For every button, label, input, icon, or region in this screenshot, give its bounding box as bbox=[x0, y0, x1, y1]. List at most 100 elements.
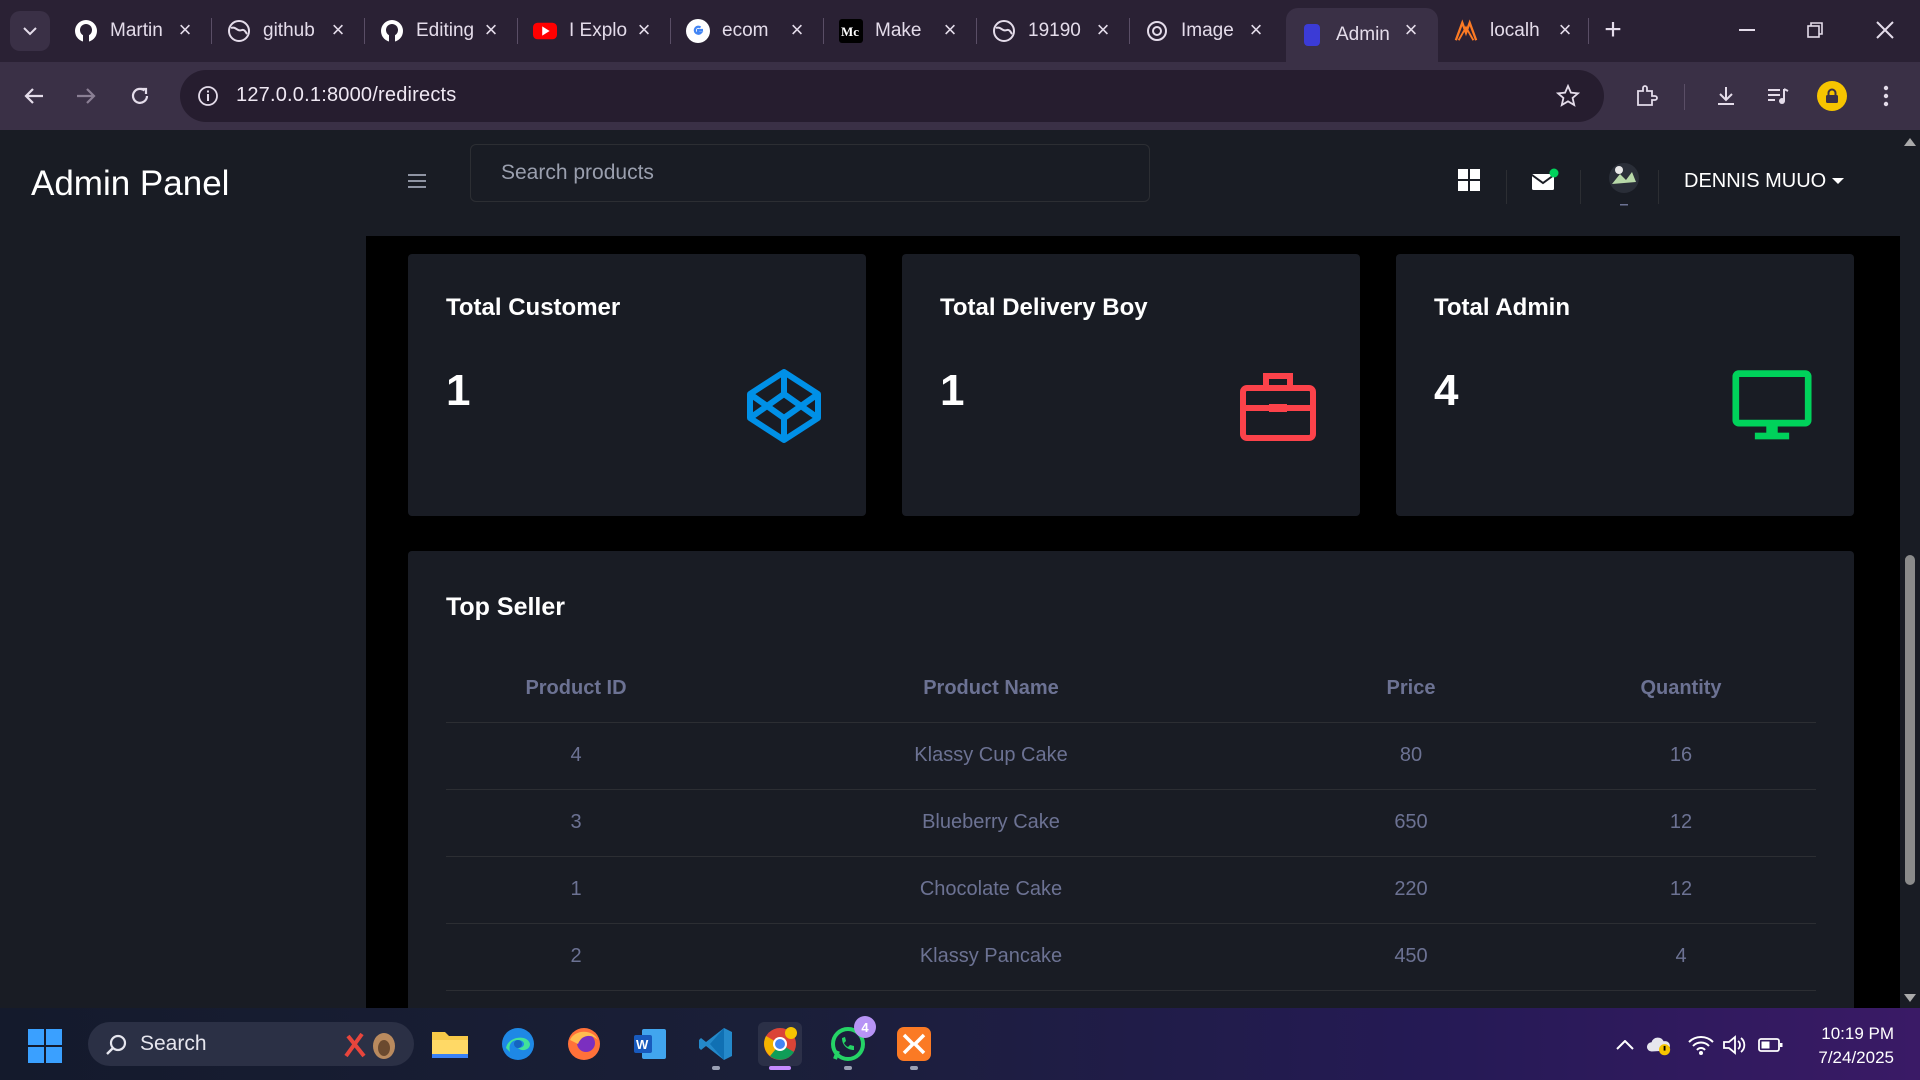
user-name-dropdown[interactable]: DENNIS MUUO bbox=[1684, 170, 1826, 193]
close-icon[interactable]: × bbox=[1092, 19, 1114, 41]
whatsapp-icon[interactable]: 4 bbox=[826, 1016, 876, 1070]
arrow-left-icon bbox=[24, 88, 43, 104]
tab-4[interactable]: ecom × bbox=[672, 8, 824, 54]
close-window-button[interactable] bbox=[1860, 10, 1910, 50]
sidebar: Admin Panel bbox=[0, 130, 366, 1008]
forward-button[interactable] bbox=[66, 76, 106, 116]
tab-7[interactable]: Image × bbox=[1131, 8, 1283, 54]
tab-label: github bbox=[263, 20, 315, 41]
menu-toggle-icon[interactable] bbox=[408, 174, 426, 188]
word-icon[interactable]: W bbox=[628, 1022, 672, 1066]
vscode-icon[interactable] bbox=[694, 1022, 738, 1070]
tab-1[interactable]: github × bbox=[213, 8, 365, 54]
brand-title[interactable]: Admin Panel bbox=[31, 164, 229, 204]
taskbar-search-label: Search bbox=[140, 1032, 207, 1055]
tab-5[interactable]: Mc Make × bbox=[825, 8, 977, 54]
extensions-button[interactable] bbox=[1626, 76, 1666, 116]
globe-icon bbox=[227, 19, 251, 43]
tab-label: I Explo bbox=[569, 20, 628, 41]
tab-label: localh bbox=[1490, 20, 1540, 41]
tab-label: Admin bbox=[1336, 24, 1390, 45]
cell-quantity: 12 bbox=[1546, 789, 1816, 857]
close-icon[interactable]: × bbox=[1554, 19, 1576, 41]
search-highlight-icon bbox=[344, 1032, 395, 1059]
close-icon[interactable]: × bbox=[1245, 19, 1267, 41]
tab-search-button[interactable] bbox=[10, 11, 50, 51]
avatar[interactable] bbox=[1606, 158, 1642, 206]
tab-2[interactable]: Editing × bbox=[366, 8, 518, 54]
firefox-icon[interactable] bbox=[562, 1022, 606, 1066]
scroll-up-arrow-icon[interactable] bbox=[1904, 138, 1916, 146]
tab-0[interactable]: Martin × bbox=[60, 8, 212, 54]
windows-start-icon[interactable] bbox=[28, 1029, 62, 1063]
tab-6[interactable]: 19190 × bbox=[978, 8, 1130, 54]
windows-taskbar: Search W 4 10:19 PM 7/24/2025 bbox=[0, 1008, 1920, 1080]
search-input[interactable] bbox=[470, 144, 1150, 202]
search-icon bbox=[106, 1034, 127, 1055]
file-explorer-icon[interactable] bbox=[428, 1022, 472, 1066]
tab-label: 19190 bbox=[1028, 20, 1081, 41]
cell-price: 220 bbox=[1276, 856, 1546, 924]
svg-text:Mc: Mc bbox=[841, 24, 859, 38]
top-seller-card: Top Seller Product ID Product Name Price… bbox=[408, 551, 1854, 1008]
cell-quantity: 4 bbox=[1546, 923, 1816, 991]
cell-product-id: 2 bbox=[446, 923, 706, 991]
close-icon[interactable]: × bbox=[786, 19, 808, 41]
minimize-button[interactable] bbox=[1722, 10, 1772, 50]
browser-menu-button[interactable] bbox=[1866, 76, 1906, 116]
cell-product-id: 3 bbox=[446, 789, 706, 857]
puzzle-icon bbox=[1637, 85, 1658, 106]
chrome-icon[interactable] bbox=[758, 1022, 802, 1070]
volume-icon[interactable] bbox=[1722, 1032, 1748, 1058]
downloads-button[interactable] bbox=[1706, 76, 1746, 116]
close-icon[interactable]: × bbox=[327, 19, 349, 41]
scroll-down-arrow-icon[interactable] bbox=[1904, 994, 1916, 1002]
caret-down-icon[interactable] bbox=[1832, 178, 1844, 184]
xampp-icon bbox=[1454, 19, 1478, 43]
bookmark-star-icon[interactable] bbox=[1554, 82, 1582, 110]
column-header: Quantity bbox=[1546, 655, 1816, 723]
cell-price: 450 bbox=[1276, 923, 1546, 991]
stat-card-delivery: Total Delivery Boy 1 bbox=[902, 254, 1360, 516]
wifi-icon[interactable] bbox=[1688, 1032, 1714, 1058]
profile-button[interactable] bbox=[1812, 76, 1852, 116]
table-row: 4 Klassy Cup Cake 80 16 bbox=[446, 722, 1816, 790]
chevron-up-icon[interactable] bbox=[1612, 1032, 1638, 1058]
column-header: Product ID bbox=[446, 655, 706, 723]
card-value: 4 bbox=[1434, 366, 1459, 415]
media-control-button[interactable] bbox=[1758, 76, 1798, 116]
url-text[interactable]: 127.0.0.1:8000/redirects bbox=[236, 84, 457, 107]
close-icon[interactable]: × bbox=[480, 19, 502, 41]
bootstrap-icon bbox=[1304, 24, 1320, 46]
scroll-thumb[interactable] bbox=[1905, 555, 1915, 885]
battery-icon[interactable] bbox=[1758, 1032, 1784, 1058]
stat-card-customers: Total Customer 1 bbox=[408, 254, 866, 516]
mail-icon[interactable] bbox=[1530, 165, 1560, 195]
site-info-icon[interactable] bbox=[194, 82, 222, 110]
close-icon[interactable]: × bbox=[1400, 19, 1422, 41]
tab-8-active[interactable]: Admin × bbox=[1286, 8, 1438, 62]
new-tab-button[interactable]: + bbox=[1596, 14, 1630, 48]
youtube-icon bbox=[533, 19, 557, 43]
taskbar-search[interactable]: Search bbox=[88, 1022, 414, 1066]
briefcase-icon bbox=[1238, 366, 1318, 446]
close-icon[interactable]: × bbox=[939, 19, 961, 41]
reload-button[interactable] bbox=[120, 76, 160, 116]
back-button[interactable] bbox=[14, 76, 54, 116]
more-vertical-icon bbox=[1883, 85, 1889, 107]
close-icon[interactable]: × bbox=[633, 19, 655, 41]
tab-3[interactable]: I Explo × bbox=[519, 8, 671, 54]
xampp-icon[interactable] bbox=[892, 1022, 936, 1070]
restore-button[interactable] bbox=[1790, 10, 1840, 50]
edge-browser-icon[interactable] bbox=[496, 1022, 540, 1066]
apps-grid-icon[interactable] bbox=[1454, 165, 1484, 195]
system-clock[interactable]: 10:19 PM 7/24/2025 bbox=[1818, 1022, 1894, 1070]
minimize-icon bbox=[1739, 29, 1755, 31]
tab-label: Image bbox=[1181, 20, 1234, 41]
page-scrollbar[interactable] bbox=[1900, 130, 1920, 1008]
stat-card-admin: Total Admin 4 bbox=[1396, 254, 1854, 516]
close-icon[interactable]: × bbox=[174, 19, 196, 41]
tab-9[interactable]: localh × bbox=[1440, 8, 1592, 54]
address-bar[interactable]: 127.0.0.1:8000/redirects bbox=[180, 70, 1604, 122]
onedrive-warning-icon[interactable] bbox=[1646, 1032, 1672, 1058]
